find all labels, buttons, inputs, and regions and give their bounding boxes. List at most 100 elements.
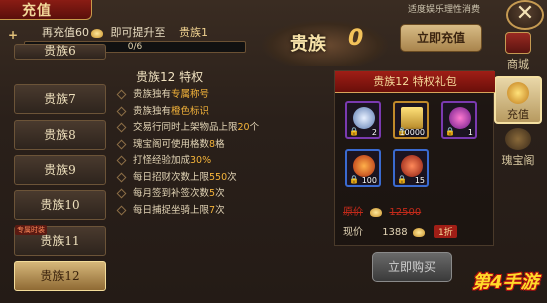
red-orb-icon [401,155,423,177]
privilege-hl: 专属称号 [171,89,210,100]
tab-treasure-label: 瑰宝阁 [501,154,535,167]
privilege-post: 次 [227,171,237,183]
list-item-active[interactable]: 贵族12 [14,261,106,291]
privilege-row: 贵族独有专属称号 [116,86,210,100]
lock-icon: 🔒 [349,127,359,136]
exclusive-tag: 专属时装 [15,225,47,235]
item-qty: 10000 [399,128,425,137]
privilege-row: 交易行同时上架物品上限20个 [116,119,260,133]
list-item-label: 贵族11 [40,234,80,248]
coin-icon [507,82,529,104]
shop-icon [505,32,531,54]
tab-treasure[interactable]: 瑰宝阁 [497,128,539,167]
privilege-pre: 打怪经验加成 [133,155,191,166]
gift-pack-panel: 贵族12 特权礼包 🔒 2 🔒 10000 🔒 1 🔒 100 🔒 15 原价 … [334,70,495,246]
diamond-bullet-icon [116,188,127,199]
close-button[interactable]: ✕ [506,0,544,30]
window-title: 充值 [22,3,52,19]
treasure-icon [505,128,531,150]
privilege-pre: 每日招财次数上限 [133,171,210,183]
tab-charge[interactable]: 充值 [494,76,542,124]
privilege-pre: 瑰宝阁可使用格数 [133,138,210,150]
diamond-bullet-icon [116,89,127,100]
tab-shop-label: 商城 [507,58,529,71]
privilege-row: 每日招财次数上限550次 [116,169,237,183]
gift-item-fire-orb[interactable]: 🔒 100 [345,149,381,187]
tab-charge-label: 充值 [507,108,529,121]
list-item[interactable]: 专属时装 贵族11 [14,225,106,256]
winged-chest-icon [449,107,471,129]
old-price-label: 原价 [343,207,363,218]
lock-icon: 🔒 [349,175,359,184]
title-tab: 充值 [0,0,92,20]
privilege-post: 次 [215,204,225,216]
watermark-text: 第4手游 [472,272,539,293]
privilege-row: 贵族独有橙色标识 [116,103,210,117]
ingot-icon [91,28,103,38]
buy-now-button[interactable]: 立即购买 [372,252,452,282]
diamond-bullet-icon [116,155,127,166]
charge-now-button[interactable]: 立即充值 [400,24,482,52]
privilege-row: 瑰宝阁可使用格数8格 [116,136,225,150]
list-item[interactable]: 贵族10 [14,190,106,220]
promote-label: 即可提升至 [110,26,166,39]
diamond-bullet-icon [116,172,127,182]
site-watermark: 第4手游 [472,268,546,298]
fire-orb-icon [353,155,375,177]
old-price-row: 原价 12500 [343,203,421,218]
noble-tier-list[interactable]: 贵族6 贵族7 贵族8 贵族9 贵族10 专属时装 贵族11 贵族12 [14,44,108,298]
gift-item-red-orb[interactable]: 🔒 15 [393,149,429,187]
now-price-label: 现价 [343,227,363,238]
list-item[interactable]: 贵族9 [14,155,106,185]
privilege-row: 每月签到补签次数5次 [116,185,225,199]
recharge-amount: 再充值60 [42,26,89,39]
gift-item-winged-chest[interactable]: 🔒 1 [441,101,477,139]
diamond-bullet-icon [116,205,127,215]
emblem-label: 贵族 [290,34,326,55]
next-tier: 贵族1 [179,26,208,39]
list-item[interactable]: 贵族8 [14,120,106,150]
diamond-bullet-icon [116,139,127,149]
discount-badge: 1折 [434,225,457,238]
privileges-panel: 贵族12 特权 贵族独有专属称号 贵族独有橙色标识 交易行同时上架物品上限20个 瑰宝… [114,66,328,278]
tab-shop[interactable]: 商城 [497,32,539,71]
gift-item-ring[interactable]: 🔒 2 [345,101,381,139]
privilege-pre: 每日捕捉坐骑上限 [133,204,210,216]
moderation-notice: 适度娱乐理性消费 [408,5,481,15]
recharge-hint: 再充值60 即可提升至 贵族1 [42,24,208,40]
privilege-post: 次 [215,188,225,199]
privilege-pre: 贵族独有 [133,89,172,100]
privilege-hl: 橙色标识 [171,105,210,117]
noble-emblem: 贵族 0 [262,14,388,68]
item-qty: 15 [414,176,425,185]
privilege-hl: 30% [190,155,212,166]
privilege-post: 格 [215,138,225,150]
list-item[interactable]: 贵族7 [14,84,106,114]
gift-header: 贵族12 特权礼包 [335,71,495,93]
item-qty: 100 [361,176,377,185]
item-qty: 1 [467,128,473,137]
privilege-hl: 550 [209,171,228,183]
plus-icon: + [8,28,19,42]
ingot-icon [412,227,425,237]
list-item-partial[interactable]: 贵族6 [14,44,106,60]
lock-icon: 🔒 [397,175,407,184]
now-price: 1388 [382,227,408,238]
privilege-row: 打怪经验加成30% [116,152,212,166]
recharge-window: 充值 适度娱乐理性消费 ✕ + 再充值60 即可提升至 贵族1 0/6 贵族 0… [0,0,547,303]
privilege-pre: 每月签到补签次数 [133,188,210,199]
now-price-row: 现价 1388 1折 [343,223,457,238]
ring-icon [353,107,375,129]
lock-icon: 🔒 [445,127,455,136]
privilege-pre: 贵族独有 [133,105,172,117]
old-price: 12500 [389,207,422,218]
privilege-pre: 交易行同时上架物品上限 [133,122,238,133]
gift-item-gold-ticket[interactable]: 🔒 10000 [393,101,429,139]
privilege-hl: 20 [237,122,250,133]
diamond-bullet-icon [116,122,127,133]
privileges-title: 贵族12 特权 [136,70,204,84]
privilege-post: 个 [249,122,260,133]
diamond-bullet-icon [116,106,127,116]
ingot-icon [370,207,383,217]
privilege-row: 每日捕捉坐骑上限7次 [116,202,225,216]
